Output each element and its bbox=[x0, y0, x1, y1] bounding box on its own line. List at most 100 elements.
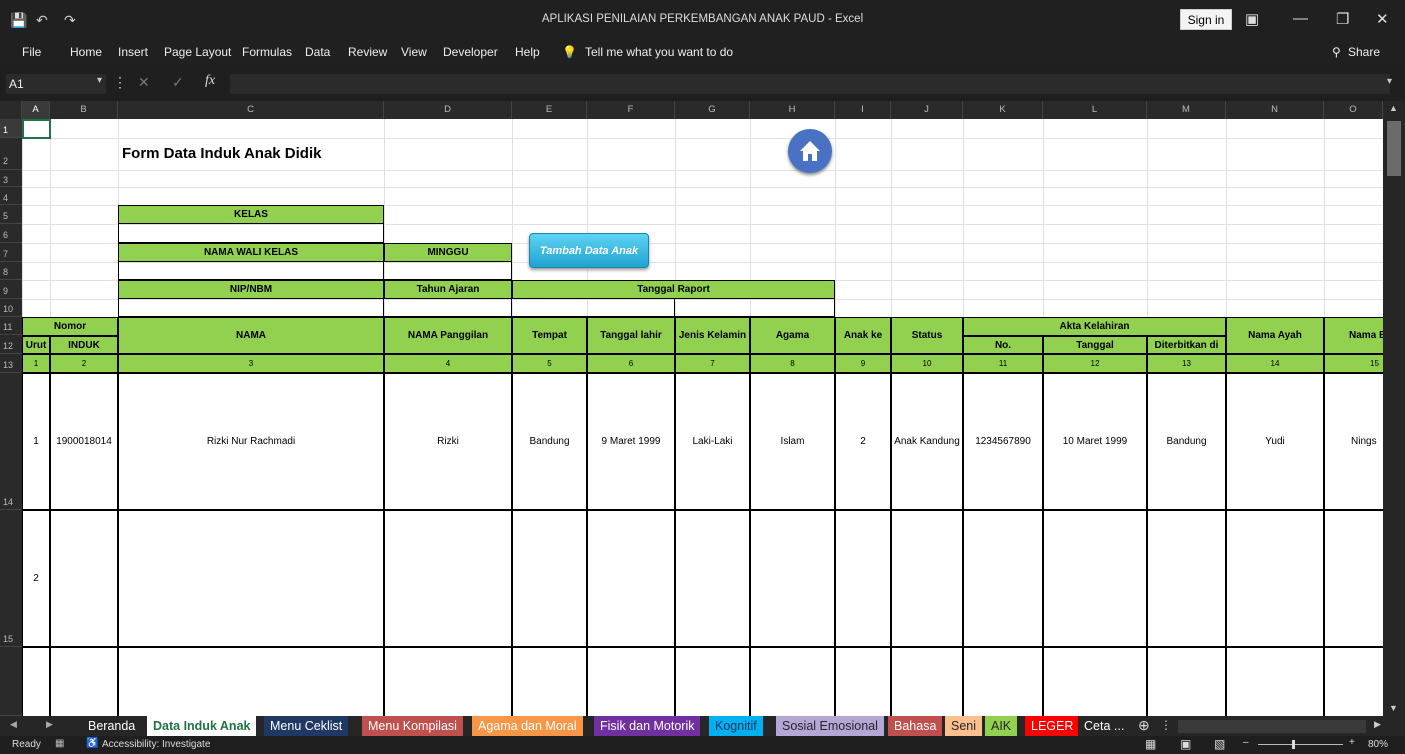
nama-wali-input[interactable] bbox=[118, 262, 384, 280]
table-cell[interactable] bbox=[118, 510, 384, 647]
table-cell[interactable] bbox=[587, 510, 675, 647]
tanggal-raport-input-2[interactable] bbox=[675, 299, 835, 317]
row-header-14[interactable]: 14 bbox=[0, 373, 22, 510]
column-header-a[interactable]: A bbox=[22, 101, 50, 119]
cancel-icon[interactable]: ✕ bbox=[138, 74, 150, 91]
tab-scroll-right-icon[interactable]: ▶ bbox=[46, 719, 53, 730]
worksheet-grid[interactable]: Form Data Induk Anak Didik KELAS NAMA WA… bbox=[22, 119, 1383, 716]
table-cell[interactable]: 9 Maret 1999 bbox=[587, 373, 675, 510]
sheet-tab-agama-dan-moral[interactable]: Agama dan Moral bbox=[472, 716, 583, 736]
scroll-thumb[interactable] bbox=[1387, 121, 1401, 176]
column-header-n[interactable]: N bbox=[1226, 101, 1324, 119]
table-cell[interactable] bbox=[675, 510, 750, 647]
row-header-16[interactable] bbox=[0, 647, 22, 716]
sheet-tab-sosial-emosional[interactable]: Sosial Emosional bbox=[776, 716, 884, 736]
zoom-out-icon[interactable]: – bbox=[1243, 737, 1249, 748]
normal-view-icon[interactable]: ▦ bbox=[1145, 737, 1156, 751]
scroll-up-icon[interactable]: ▲ bbox=[1389, 103, 1398, 113]
share-icon[interactable]: ⚲ bbox=[1332, 45, 1341, 59]
tab-home[interactable]: Home bbox=[70, 45, 102, 59]
zoom-slider[interactable] bbox=[1258, 744, 1343, 745]
tab-split-icon[interactable]: ⋮ bbox=[1160, 718, 1172, 732]
tab-view[interactable]: View bbox=[401, 45, 427, 59]
tambah-data-anak-button[interactable]: Tambah Data Anak bbox=[529, 233, 649, 268]
column-header-o[interactable]: O bbox=[1324, 101, 1383, 119]
tell-me-box[interactable]: Tell me what you want to do bbox=[585, 45, 733, 59]
table-cell[interactable] bbox=[512, 647, 587, 716]
table-cell[interactable] bbox=[963, 510, 1043, 647]
name-box[interactable]: A1 bbox=[6, 74, 106, 94]
column-header-e[interactable]: E bbox=[512, 101, 587, 119]
sheet-tab-beranda[interactable]: Beranda bbox=[82, 716, 142, 736]
row-header-1[interactable]: 1 bbox=[0, 119, 22, 138]
row-header-9[interactable]: 9 bbox=[0, 280, 22, 299]
sheet-tab-cetak[interactable]: Ceta ... bbox=[1078, 716, 1131, 736]
ribbon-display-icon[interactable]: ▣ bbox=[1245, 10, 1259, 28]
table-cell[interactable] bbox=[1147, 510, 1226, 647]
table-cell[interactable] bbox=[963, 647, 1043, 716]
selected-cell[interactable] bbox=[22, 119, 51, 139]
accessibility-icon[interactable]: ♿ bbox=[86, 738, 98, 749]
chevron-down-icon[interactable]: ▾ bbox=[97, 75, 102, 86]
table-cell[interactable] bbox=[1043, 647, 1147, 716]
expand-formula-icon[interactable]: ▾ bbox=[1387, 76, 1392, 87]
table-cell[interactable]: Rizki bbox=[384, 373, 512, 510]
table-cell[interactable] bbox=[891, 647, 963, 716]
row-header-8[interactable]: 8 bbox=[0, 262, 22, 280]
table-cell[interactable] bbox=[118, 647, 384, 716]
minggu-input[interactable] bbox=[384, 262, 512, 280]
table-cell[interactable] bbox=[835, 647, 891, 716]
table-cell[interactable] bbox=[50, 647, 118, 716]
accessibility-status[interactable]: Accessibility: Investigate bbox=[102, 739, 210, 750]
column-header-g[interactable]: G bbox=[675, 101, 750, 119]
table-cell[interactable] bbox=[1226, 647, 1324, 716]
row-header-6[interactable]: 6 bbox=[0, 224, 22, 243]
vertical-scrollbar[interactable]: ▲ ▼ bbox=[1383, 101, 1405, 716]
add-sheet-icon[interactable]: ⊕ bbox=[1138, 717, 1150, 734]
home-button[interactable] bbox=[788, 129, 832, 173]
sheet-tab-menu-kompilasi[interactable]: Menu Kompilasi bbox=[362, 716, 463, 736]
tab-insert[interactable]: Insert bbox=[118, 45, 148, 59]
table-cell[interactable] bbox=[750, 647, 835, 716]
zoom-level[interactable]: 80% bbox=[1368, 739, 1388, 750]
table-cell[interactable]: 1234567890 bbox=[963, 373, 1043, 510]
table-cell[interactable] bbox=[1226, 510, 1324, 647]
row-header-15[interactable]: 15 bbox=[0, 510, 22, 647]
table-cell[interactable]: Bandung bbox=[1147, 373, 1226, 510]
table-cell[interactable] bbox=[512, 510, 587, 647]
table-cell[interactable] bbox=[384, 510, 512, 647]
table-cell[interactable] bbox=[750, 510, 835, 647]
tab-formulas[interactable]: Formulas bbox=[242, 45, 292, 59]
macro-record-icon[interactable]: ▦ bbox=[55, 738, 64, 749]
table-cell[interactable] bbox=[1043, 510, 1147, 647]
nip-input[interactable] bbox=[118, 299, 384, 317]
column-header-m[interactable]: M bbox=[1147, 101, 1226, 119]
tab-developer[interactable]: Developer bbox=[443, 45, 498, 59]
tab-review[interactable]: Review bbox=[348, 45, 387, 59]
table-cell[interactable]: Islam bbox=[750, 373, 835, 510]
column-header-i[interactable]: I bbox=[835, 101, 891, 119]
table-cell[interactable] bbox=[835, 510, 891, 647]
table-cell[interactable] bbox=[891, 510, 963, 647]
zoom-slider-thumb[interactable] bbox=[1292, 740, 1295, 749]
row-header-7[interactable]: 7 bbox=[0, 243, 22, 262]
table-cell[interactable] bbox=[1147, 647, 1226, 716]
sheet-tab-seni[interactable]: Seni bbox=[945, 716, 983, 736]
column-header-l[interactable]: L bbox=[1043, 101, 1147, 119]
tab-page-layout[interactable]: Page Layout bbox=[164, 45, 231, 59]
column-header-j[interactable]: J bbox=[891, 101, 963, 119]
row-header-2[interactable]: 2 bbox=[0, 138, 22, 170]
row-header-4[interactable]: 4 bbox=[0, 187, 22, 205]
share-button[interactable]: Share bbox=[1348, 45, 1380, 59]
column-header-h[interactable]: H bbox=[750, 101, 835, 119]
row-header-11[interactable]: 11 bbox=[0, 317, 22, 335]
table-cell[interactable]: 10 Maret 1999 bbox=[1043, 373, 1147, 510]
table-cell[interactable] bbox=[384, 647, 512, 716]
table-cell[interactable] bbox=[1324, 510, 1383, 647]
sheet-tab-kognitif[interactable]: Kognitif bbox=[709, 716, 763, 736]
column-header-d[interactable]: D bbox=[384, 101, 512, 119]
tab-help[interactable]: Help bbox=[515, 45, 540, 59]
table-cell[interactable]: Bandung bbox=[512, 373, 587, 510]
sheet-tab-fisik-dan-motorik[interactable]: Fisik dan Motorik bbox=[594, 716, 701, 736]
row-header-3[interactable]: 3 bbox=[0, 170, 22, 187]
